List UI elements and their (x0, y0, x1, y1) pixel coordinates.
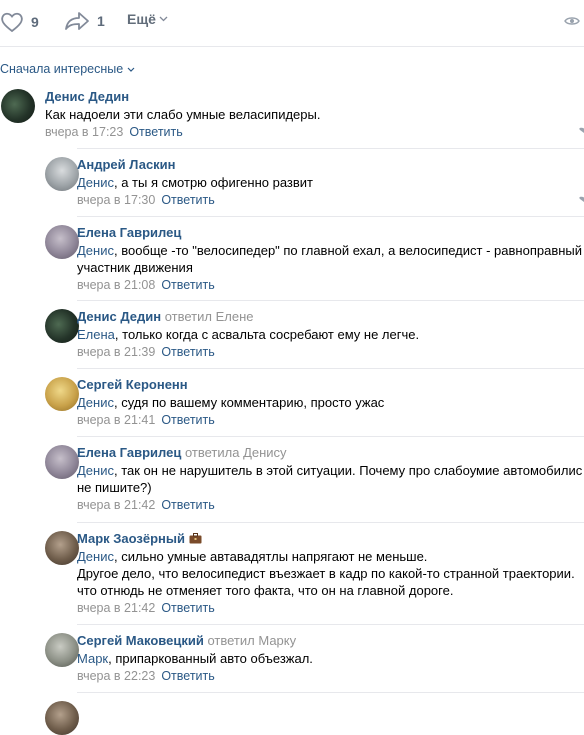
divider (77, 692, 584, 693)
reply-button[interactable]: Ответить (161, 498, 214, 512)
sort-selector[interactable]: Сначала интересные (0, 62, 135, 76)
divider (77, 624, 584, 625)
comment-body: Денис Дедин Как надоели эти слабо умные … (45, 88, 584, 141)
avatar[interactable] (45, 225, 79, 259)
heart-icon (1, 12, 23, 33)
comment-text-content: Как надоели эти слабо умные веласипидеры… (45, 107, 321, 122)
eye-icon (564, 17, 580, 25)
comment-text: Денис, вообще -то "велосипедер" по главн… (77, 242, 584, 276)
addressee-link[interactable]: Елена (77, 327, 115, 342)
comment-time[interactable]: вчера в 21:42 (77, 601, 155, 615)
addressee-link[interactable]: Денис (77, 463, 114, 478)
reply-button[interactable]: Ответить (161, 413, 214, 427)
comment-text-content: , вообще -то "велосипедер" по главной ех… (77, 243, 583, 275)
comment-body: Марк Заозёрный Денис, сильно умные автав… (77, 530, 584, 617)
divider (77, 368, 584, 369)
comment-time[interactable]: вчера в 21:41 (77, 413, 155, 427)
post-actions-bar: 9 1 Ещё (0, 0, 584, 47)
addressee-link[interactable]: Денис (77, 549, 114, 564)
comment-text-content: , судя по вашему комментарию, просто ужа… (113, 395, 385, 410)
reply-button[interactable]: Ответить (161, 278, 214, 292)
divider (77, 436, 584, 437)
comment-author[interactable]: Марк Заозёрный (77, 531, 185, 546)
share-arrow-icon (65, 12, 89, 30)
like-count: 9 (31, 14, 39, 30)
addressee-link[interactable]: Денис (77, 395, 114, 410)
comment-time[interactable]: вчера в 21:08 (77, 278, 155, 292)
divider (77, 300, 584, 301)
avatar[interactable] (45, 377, 79, 411)
chevron-down-icon (159, 16, 168, 22)
comment-text-content: , а ты я смотрю офигенно развит (113, 175, 314, 190)
comment-text: Денис, сильно умные автавадятлы напрягаю… (77, 548, 584, 599)
comment-author[interactable]: Сергей Кероненн (77, 377, 188, 392)
comment-text-content: , так он не нарушитель в этой ситуации. … (77, 463, 583, 495)
avatar[interactable] (45, 157, 79, 191)
reply-button[interactable]: Ответить (129, 125, 182, 139)
avatar[interactable] (45, 701, 79, 735)
comment-body: Елена Гаврилец Денис, вообще -то "велоси… (77, 224, 584, 294)
divider (77, 216, 584, 217)
comment-author[interactable]: Елена Гаврилец (77, 225, 181, 240)
comment-body: Елена Гаврилец ответила Денису Денис, та… (77, 444, 584, 514)
comment-time[interactable]: вчера в 22:23 (77, 669, 155, 683)
comment-text-content: , припаркованный авто объезжал. (108, 651, 313, 666)
divider (77, 148, 584, 149)
comment-time[interactable]: вчера в 21:42 (77, 498, 155, 512)
comment-time[interactable]: вчера в 21:39 (77, 345, 155, 359)
avatar[interactable] (45, 445, 79, 479)
comment-text: Денис, судя по вашему комментарию, прост… (77, 394, 584, 411)
addressee-link[interactable]: Денис (77, 175, 114, 190)
comment-text: Денис, а ты я смотрю офигенно развит (77, 174, 584, 191)
comment-author[interactable]: Денис Дедин (45, 89, 129, 104)
share-count: 1 (97, 13, 105, 29)
comment-time[interactable]: вчера в 17:30 (77, 193, 155, 207)
addressee-link[interactable]: Марк (77, 651, 108, 666)
avatar[interactable] (45, 633, 79, 667)
comment-author[interactable]: Денис Дедин (77, 309, 161, 324)
more-menu-button[interactable]: Ещё (127, 11, 168, 27)
comment-body: Сергей Кероненн Денис, судя по вашему ко… (77, 376, 584, 429)
views-indicator (564, 15, 580, 27)
comment-body: Андрей Ласкин Денис, а ты я смотрю офиге… (77, 156, 584, 209)
comment-text: Марк, припаркованный авто объезжал. (77, 650, 584, 667)
more-label: Ещё (127, 11, 156, 27)
reply-to-label[interactable]: ответила Денису (185, 445, 287, 460)
avatar[interactable] (45, 531, 79, 565)
comment-author[interactable]: Елена Гаврилец (77, 445, 181, 460)
comment-body: Денис Дедин ответил Елене Елена, только … (77, 308, 584, 361)
briefcase-icon (189, 533, 202, 544)
comment-text: Елена, только когда с асвальта сосребают… (77, 326, 584, 343)
reply-button[interactable]: Ответить (161, 601, 214, 615)
reply-button[interactable]: Ответить (161, 669, 214, 683)
comment-text: Денис, так он не нарушитель в этой ситуа… (77, 462, 584, 496)
comment-text-content: , только когда с асвальта сосребают ему … (114, 327, 420, 342)
avatar[interactable] (1, 89, 35, 123)
chevron-down-icon (127, 67, 135, 72)
divider (77, 522, 584, 523)
reply-button[interactable]: Ответить (161, 345, 214, 359)
reply-button[interactable]: Ответить (161, 193, 214, 207)
like-button[interactable]: 9 (0, 11, 39, 33)
like-icon[interactable] (577, 127, 584, 134)
reply-to-label[interactable]: ответил Елене (165, 309, 254, 324)
addressee-link[interactable]: Денис (77, 243, 114, 258)
comment-author[interactable]: Андрей Ласкин (77, 157, 176, 172)
like-icon[interactable] (577, 196, 584, 203)
reply-to-label[interactable]: ответил Марку (207, 633, 296, 648)
comment-body: Сергей Маковецкий ответил Марку Марк, пр… (77, 632, 584, 685)
comment-text: Как надоели эти слабо умные веласипидеры… (45, 106, 584, 123)
share-button[interactable]: 1 (64, 11, 105, 31)
sort-label: Сначала интересные (0, 62, 124, 76)
comment-author[interactable]: Сергей Маковецкий (77, 633, 204, 648)
comment-text-content: , сильно умные автавадятлы напрягают не … (77, 549, 575, 598)
avatar[interactable] (45, 309, 79, 343)
comment-time[interactable]: вчера в 17:23 (45, 125, 123, 139)
